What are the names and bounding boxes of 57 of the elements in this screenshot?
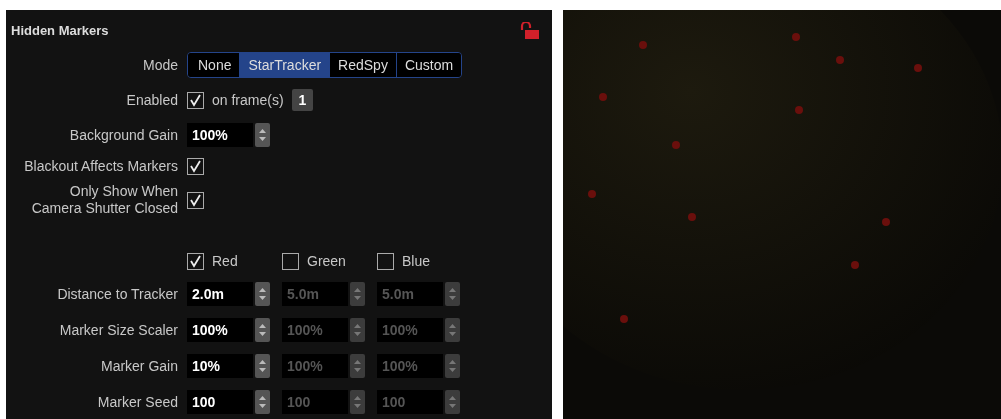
spin-button[interactable] — [445, 354, 460, 378]
checkbox[interactable] — [187, 252, 204, 270]
checkbox[interactable] — [282, 252, 299, 270]
number-field[interactable]: 100% — [187, 318, 253, 342]
spin-button[interactable] — [255, 390, 270, 414]
up-down-arrows-icon — [258, 286, 267, 302]
spin-button[interactable] — [255, 282, 270, 306]
field-label: Marker Seed — [96, 394, 178, 410]
field-label: Blackout Affects Markers — [23, 158, 178, 174]
up-down-arrows-icon — [353, 358, 362, 374]
mode-option[interactable]: RedSpy — [329, 53, 396, 77]
mode-option[interactable]: StarTracker — [239, 53, 330, 77]
spin-button[interactable] — [445, 282, 460, 306]
checkbox[interactable] — [187, 91, 204, 109]
spin-button[interactable] — [350, 282, 365, 306]
checkbox-label: Green — [307, 253, 346, 269]
field-label: Marker Gain — [99, 358, 178, 374]
checkbox-label: Red — [212, 253, 238, 269]
spin-button[interactable] — [445, 318, 460, 342]
checkbox-label: Blue — [402, 253, 431, 269]
field-label: Only Show When Camera Shutter Closed — [30, 183, 178, 217]
up-down-arrows-icon — [448, 322, 457, 338]
spin-button[interactable] — [255, 123, 270, 147]
spin-button[interactable] — [255, 318, 270, 342]
up-down-arrows-icon — [448, 394, 457, 410]
frame-number[interactable]: 1 — [291, 89, 314, 111]
up-down-arrows-icon — [258, 322, 267, 338]
up-down-arrows-icon — [448, 286, 457, 302]
field-label: Mode — [141, 57, 178, 73]
field-label: Distance to Tracker — [56, 286, 178, 302]
checkbox-label: on frame(s) — [212, 92, 284, 108]
up-down-arrows-icon — [258, 127, 267, 143]
up-down-arrows-icon — [353, 394, 362, 410]
panel-title: Hidden Markers — [11, 22, 109, 38]
number-field[interactable]: 100% — [187, 123, 253, 147]
up-down-arrows-icon — [353, 286, 362, 302]
field-label: Background Gain — [68, 127, 178, 143]
checkbox[interactable] — [377, 252, 394, 270]
mode-option[interactable]: Custom — [395, 53, 462, 77]
checkbox[interactable] — [187, 191, 204, 209]
spin-button[interactable] — [350, 318, 365, 342]
up-down-arrows-icon — [258, 394, 267, 410]
up-down-arrows-icon — [353, 322, 362, 338]
field-label: Marker Size Scaler — [58, 322, 178, 338]
up-down-arrows-icon — [258, 358, 267, 374]
number-field[interactable]: 2.0m — [187, 282, 253, 306]
number-field[interactable]: 100 — [187, 390, 253, 414]
spin-button[interactable] — [350, 390, 365, 414]
up-down-arrows-icon — [448, 358, 457, 374]
spin-button[interactable] — [255, 354, 270, 378]
spin-button[interactable] — [445, 390, 460, 414]
spin-button[interactable] — [350, 354, 365, 378]
number-field[interactable]: 10% — [187, 354, 253, 378]
checkbox[interactable] — [187, 157, 204, 175]
mode-option[interactable]: None — [188, 53, 240, 77]
padlock-icon[interactable] — [520, 21, 540, 39]
field-label: Enabled — [125, 92, 178, 108]
